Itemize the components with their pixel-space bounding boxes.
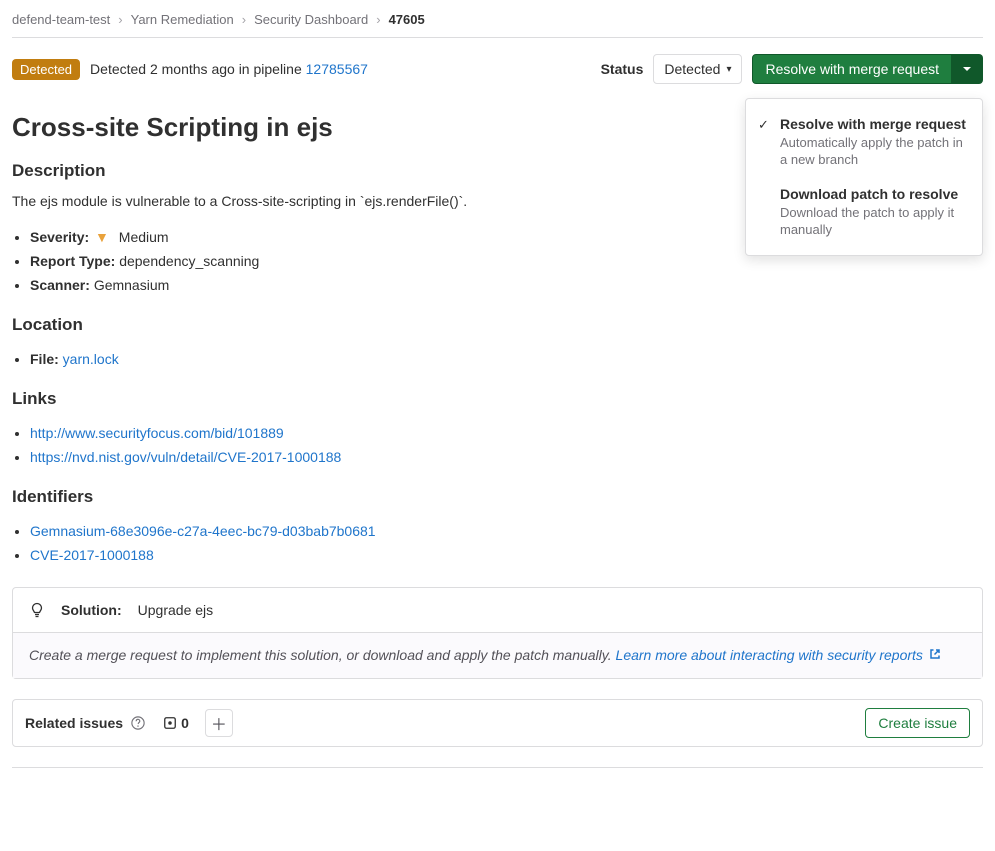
- list-item: http://www.securityfocus.com/bid/101889: [30, 421, 983, 445]
- issue-count: 0: [163, 715, 189, 731]
- chevron-down-icon: [962, 64, 972, 74]
- dropdown-item-resolve-mr[interactable]: ✓ Resolve with merge request Automatical…: [746, 107, 982, 177]
- breadcrumb-item[interactable]: Yarn Remediation: [131, 12, 234, 27]
- severity-medium-icon: ▼: [95, 229, 109, 245]
- status-badge: Detected: [12, 59, 80, 80]
- resolve-button[interactable]: Resolve with merge request: [752, 54, 952, 84]
- breadcrumb: defend-team-test › Yarn Remediation › Se…: [12, 12, 983, 37]
- dropdown-item-download-patch[interactable]: Download patch to resolve Download the p…: [746, 177, 982, 247]
- divider: [12, 37, 983, 38]
- location-list: File: yarn.lock: [30, 347, 983, 371]
- dropdown-item-desc: Automatically apply the patch in a new b…: [780, 135, 968, 169]
- dropdown-item-title: Download patch to resolve: [780, 185, 968, 203]
- related-issues-box: Related issues 0 ＋ Create issue: [12, 699, 983, 747]
- identifier-link[interactable]: CVE-2017-1000188: [30, 547, 154, 563]
- file-row: File: yarn.lock: [30, 347, 983, 371]
- status-label: Status: [601, 61, 644, 77]
- dropdown-item-desc: Download the patch to apply it manually: [780, 205, 968, 239]
- chevron-right-icon: ›: [242, 12, 246, 27]
- check-icon: ✓: [758, 117, 769, 133]
- identifiers-heading: Identifiers: [12, 487, 983, 507]
- resolve-dropdown: ✓ Resolve with merge request Automatical…: [745, 98, 983, 256]
- list-item: CVE-2017-1000188: [30, 543, 983, 567]
- add-related-issue-button[interactable]: ＋: [205, 709, 233, 737]
- chevron-right-icon: ›: [376, 12, 380, 27]
- status-select[interactable]: Detected ▾: [653, 54, 742, 84]
- external-link-icon: [929, 648, 941, 660]
- status-value: Detected: [664, 61, 720, 77]
- pipeline-link[interactable]: 12785567: [306, 61, 368, 77]
- chevron-down-icon: ▾: [726, 64, 731, 75]
- scanner-value: Gemnasium: [94, 277, 169, 293]
- breadcrumb-current: 47605: [389, 12, 425, 27]
- file-link[interactable]: yarn.lock: [63, 351, 119, 367]
- bulb-icon: [29, 602, 45, 618]
- solution-box: Solution: Upgrade ejs Create a merge req…: [12, 587, 983, 679]
- help-icon[interactable]: [131, 716, 145, 730]
- identifiers-list: Gemnasium-68e3096e-c27a-4eec-bc79-d03bab…: [30, 519, 983, 567]
- resolve-button-group: Resolve with merge request: [752, 54, 983, 84]
- external-link[interactable]: https://nvd.nist.gov/vuln/detail/CVE-201…: [30, 449, 341, 465]
- create-issue-button[interactable]: Create issue: [865, 708, 970, 738]
- list-item: https://nvd.nist.gov/vuln/detail/CVE-201…: [30, 445, 983, 469]
- detected-text: Detected 2 months ago in pipeline 127855…: [90, 61, 368, 77]
- resolve-dropdown-toggle[interactable]: [952, 54, 983, 84]
- related-issues-title: Related issues: [25, 715, 123, 731]
- header-row: Detected Detected 2 months ago in pipeli…: [12, 50, 983, 96]
- links-list: http://www.securityfocus.com/bid/101889 …: [30, 421, 983, 469]
- header-right: Status Detected ▾ Resolve with merge req…: [601, 54, 983, 84]
- solution-value: Upgrade ejs: [138, 602, 214, 618]
- location-heading: Location: [12, 315, 983, 335]
- breadcrumb-item[interactable]: defend-team-test: [12, 12, 110, 27]
- dropdown-item-title: Resolve with merge request: [780, 115, 968, 133]
- solution-label: Solution:: [61, 602, 122, 618]
- issue-count-value: 0: [181, 715, 189, 731]
- solution-top: Solution: Upgrade ejs: [13, 588, 982, 632]
- divider: [12, 767, 983, 768]
- chevron-right-icon: ›: [118, 12, 122, 27]
- severity-label: Severity:: [30, 229, 89, 245]
- report-type-value: dependency_scanning: [119, 253, 259, 269]
- header-left: Detected Detected 2 months ago in pipeli…: [12, 59, 368, 80]
- list-item: Gemnasium-68e3096e-c27a-4eec-bc79-d03bab…: [30, 519, 983, 543]
- links-heading: Links: [12, 389, 983, 409]
- file-label: File:: [30, 351, 59, 367]
- scanner-label: Scanner:: [30, 277, 90, 293]
- related-left: Related issues 0 ＋: [25, 709, 233, 737]
- learn-more-link[interactable]: Learn more about interacting with securi…: [616, 647, 941, 663]
- breadcrumb-item[interactable]: Security Dashboard: [254, 12, 368, 27]
- identifier-link[interactable]: Gemnasium-68e3096e-c27a-4eec-bc79-d03bab…: [30, 523, 376, 539]
- solution-note-text: Create a merge request to implement this…: [29, 647, 616, 663]
- learn-more-text: Learn more about interacting with securi…: [616, 647, 923, 663]
- external-link[interactable]: http://www.securityfocus.com/bid/101889: [30, 425, 284, 441]
- solution-note: Create a merge request to implement this…: [13, 632, 982, 678]
- detected-prefix: Detected 2 months ago in pipeline: [90, 61, 306, 77]
- report-type-label: Report Type:: [30, 253, 115, 269]
- severity-value: Medium: [119, 229, 169, 245]
- scanner-row: Scanner: Gemnasium: [30, 273, 983, 297]
- issue-icon: [163, 716, 177, 730]
